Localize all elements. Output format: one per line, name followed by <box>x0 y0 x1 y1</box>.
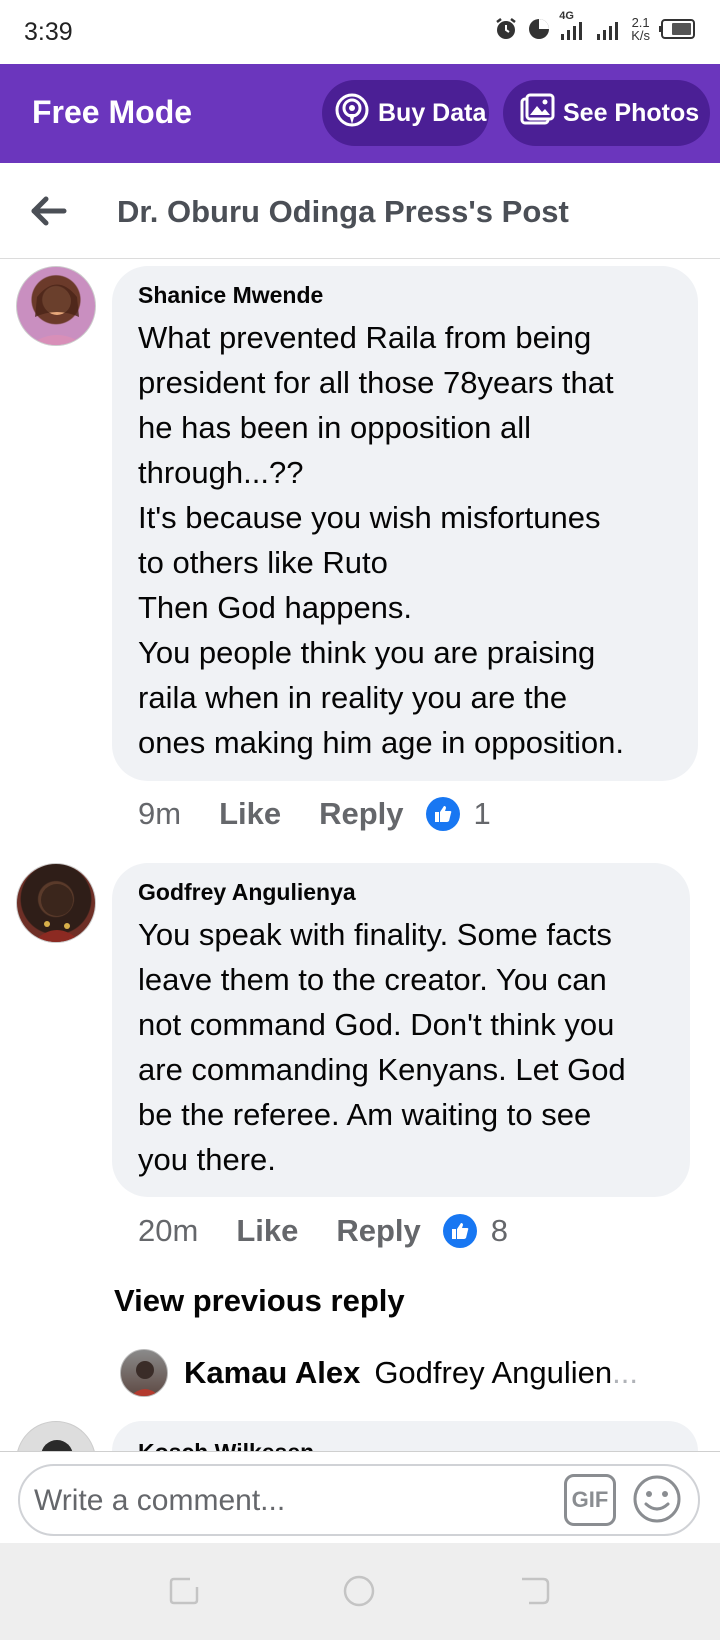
system-nav-bar <box>0 1543 720 1640</box>
status-icons: 4G 2.1 K/s <box>493 10 696 42</box>
comment-text-line: It's because you wish misfortunes <box>138 500 601 535</box>
page-title: Dr. Oburu Odinga Press's Post <box>117 194 569 229</box>
reply-button[interactable]: Reply <box>319 796 403 832</box>
comment-time: 20m <box>138 1213 199 1248</box>
buy-data-button[interactable]: Buy Data <box>322 80 489 146</box>
comment-actions: 20m Like Reply 8 <box>138 1213 508 1249</box>
signal-4g-icon: 4G <box>559 10 587 42</box>
recent-apps-icon[interactable] <box>166 1573 202 1609</box>
comment-text-line: raila when in reality you are the <box>138 680 568 715</box>
thumbs-up-icon[interactable] <box>442 1214 477 1248</box>
reply-button[interactable]: Reply <box>336 1213 420 1249</box>
comment-text-line: he has been in opposition all <box>138 410 531 445</box>
comment-composer-bar: Write a comment... GIF <box>0 1451 720 1543</box>
photos-icon <box>519 92 563 135</box>
comment-text-line: Then God happens. <box>138 590 413 625</box>
comment-text-line: ones making him age in opposition. <box>138 725 624 760</box>
comment-text-line: you there. <box>138 1142 276 1177</box>
reply-author[interactable]: Kamau Alex <box>184 1355 360 1391</box>
comment-author[interactable]: Shanice Mwende <box>138 282 674 309</box>
like-count: 8 <box>490 1213 509 1248</box>
avatar[interactable] <box>120 1349 168 1397</box>
buy-data-label: Buy Data <box>378 98 487 127</box>
alarm-icon <box>493 16 519 42</box>
comment-text-line: are commanding Kenyans. Let God <box>138 1052 626 1087</box>
reply-text: Godfrey Angulien <box>374 1355 613 1390</box>
see-photos-label: See Photos <box>563 98 700 127</box>
thumbs-up-icon[interactable] <box>425 797 460 831</box>
comment-author[interactable]: Godfrey Angulienya <box>138 879 666 906</box>
free-mode-title: Free Mode <box>32 94 193 130</box>
like-button[interactable]: Like <box>236 1213 298 1249</box>
back-icon[interactable] <box>517 1573 553 1609</box>
battery-icon <box>658 18 696 40</box>
comment-text-line: What prevented Raila from being <box>138 320 592 355</box>
data-saver-icon <box>527 17 551 41</box>
avatar[interactable] <box>16 863 96 943</box>
comment-text-line: not command God. Don't think you <box>138 1007 615 1042</box>
view-previous-reply-link[interactable]: View previous reply <box>114 1283 405 1319</box>
like-count: 1 <box>473 796 491 831</box>
comment-bubble: Godfrey Angulienya You speak with finali… <box>112 863 690 1197</box>
see-photos-button[interactable]: See Photos <box>503 80 710 146</box>
network-type: 4G <box>559 10 574 22</box>
speed-unit: K/s <box>631 28 650 43</box>
status-bar: 3:39 4G 2.1 K/s <box>0 0 720 64</box>
like-button[interactable]: Like <box>219 796 281 832</box>
comment-text-line: president for all those 78years that <box>138 365 614 400</box>
comment-text-line: to others like Ruto <box>138 545 388 580</box>
back-arrow-icon[interactable] <box>28 191 68 231</box>
network-speed: 2.1 K/s <box>631 16 650 42</box>
comment-input[interactable]: Write a comment... GIF <box>18 1464 700 1536</box>
home-icon[interactable] <box>341 1573 377 1609</box>
free-mode-bar: Free Mode Buy Data See Photos <box>0 64 720 163</box>
comment-text-line: through...?? <box>138 455 304 490</box>
reply-ellipsis: ... <box>612 1355 638 1390</box>
gif-button[interactable]: GIF <box>564 1474 616 1526</box>
comment-text-line: be the referee. Am waiting to see <box>138 1097 592 1132</box>
comment-time: 9m <box>138 796 182 831</box>
comment-text-line: You speak with finality. Some facts <box>138 917 612 952</box>
avatar[interactable] <box>16 266 96 346</box>
comment-actions: 9m Like Reply 1 <box>138 796 491 832</box>
comment-input-placeholder: Write a comment... <box>34 1484 286 1517</box>
emoji-icon[interactable] <box>632 1474 682 1524</box>
comment-bubble: Shanice Mwende What prevented Raila from… <box>112 266 698 781</box>
comment-text-line: leave them to the creator. You can <box>138 962 607 997</box>
podcast-icon <box>334 92 378 135</box>
post-header: Dr. Oburu Odinga Press's Post <box>0 163 720 259</box>
signal-icon <box>595 16 623 42</box>
comment-text-line: You people think you are praising <box>138 635 596 670</box>
reply-preview[interactable]: Kamau Alex Godfrey Angulien ... <box>120 1349 638 1397</box>
status-time: 3:39 <box>24 18 73 46</box>
